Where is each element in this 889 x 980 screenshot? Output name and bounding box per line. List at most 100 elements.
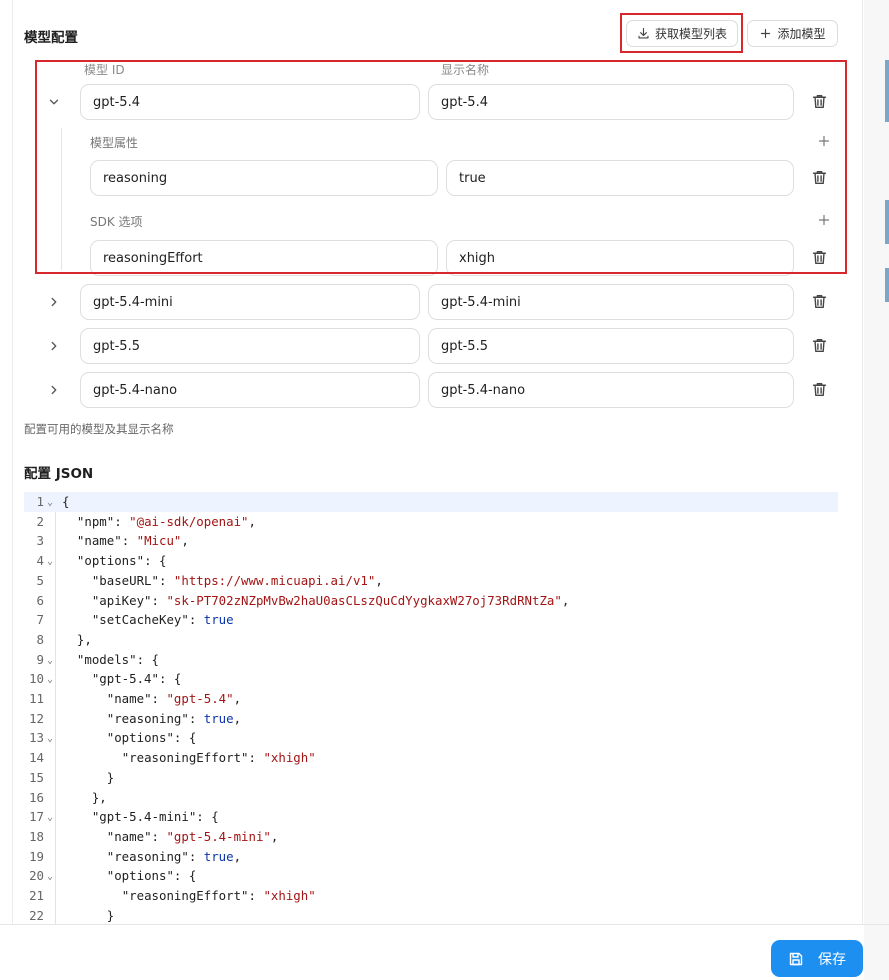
code-line: 14 "reasoningEffort": "xhigh" bbox=[24, 748, 838, 768]
expand-chevron-icon[interactable] bbox=[47, 339, 61, 353]
display-name-input[interactable]: gpt-5.5 bbox=[428, 328, 794, 364]
code-token: "apiKey" bbox=[91, 592, 152, 608]
model-attributes-label: 模型属性 bbox=[90, 136, 139, 150]
code-token: , bbox=[248, 513, 256, 529]
code-token: { bbox=[62, 494, 70, 509]
trash-icon[interactable] bbox=[811, 169, 828, 186]
line-number: 6 bbox=[36, 592, 44, 608]
display-name-column-label: 显示名称 bbox=[441, 63, 490, 77]
attribute-key-input[interactable]: reasoning bbox=[90, 160, 438, 196]
save-button[interactable]: 保存 bbox=[771, 940, 863, 977]
line-number: 15 bbox=[29, 769, 44, 785]
sdk-option-key-input[interactable]: reasoningEffort bbox=[90, 240, 438, 276]
code-line: 15 } bbox=[24, 768, 838, 788]
expand-chevron-icon[interactable] bbox=[47, 295, 61, 309]
line-number: 12 bbox=[29, 710, 44, 726]
code-token: "reasoning" bbox=[106, 710, 189, 726]
line-number: 13 bbox=[29, 730, 44, 746]
fold-chevron-icon[interactable]: ⌄ bbox=[47, 552, 53, 572]
fold-chevron-icon[interactable]: ⌄ bbox=[47, 808, 53, 828]
code-token: "name" bbox=[106, 691, 152, 706]
fold-chevron-icon[interactable]: ⌄ bbox=[47, 867, 53, 887]
add-attribute-plus-icon[interactable] bbox=[818, 135, 830, 147]
fold-chevron-icon[interactable]: ⌄ bbox=[47, 729, 53, 749]
code-text: }, bbox=[62, 788, 107, 808]
code-text: "options": { bbox=[62, 728, 197, 748]
code-token: true bbox=[203, 710, 234, 726]
model-id-input[interactable]: gpt-5.5 bbox=[80, 328, 420, 364]
nested-options-guide bbox=[61, 128, 62, 270]
code-text: "reasoningEffort": "xhigh" bbox=[62, 748, 316, 768]
code-text: "name": "Micu", bbox=[62, 531, 189, 551]
code-line: 5 "baseURL": "https://www.micuapi.ai/v1"… bbox=[24, 571, 838, 591]
trash-icon[interactable] bbox=[811, 93, 828, 110]
code-text: "apiKey": "sk-PT702zNZpMvBw2haU0asCLszQu… bbox=[62, 591, 569, 611]
expand-chevron-icon[interactable] bbox=[47, 383, 61, 397]
model-id-input[interactable]: gpt-5.4-nano bbox=[80, 372, 420, 408]
code-line: 20 ⌄ "options": { bbox=[24, 866, 838, 886]
code-token: : { bbox=[196, 809, 219, 825]
model-id-input[interactable]: gpt-5.4-mini bbox=[80, 284, 420, 320]
code-text: "options": { bbox=[62, 551, 167, 571]
attribute-value-input[interactable]: true bbox=[446, 160, 794, 196]
add-model-button[interactable]: 添加模型 bbox=[747, 20, 838, 47]
line-number: 11 bbox=[29, 691, 44, 706]
code-text: }, bbox=[62, 630, 92, 650]
code-token: "reasoningEffort" bbox=[121, 750, 249, 766]
fold-chevron-icon[interactable]: ⌄ bbox=[47, 651, 53, 671]
code-text: "name": "gpt-5.4-mini", bbox=[62, 827, 279, 847]
code-line: 22 } bbox=[24, 906, 838, 926]
line-number: 10 bbox=[29, 671, 44, 687]
sdk-option-value-input[interactable]: xhigh bbox=[446, 240, 794, 276]
code-text: "setCacheKey": true bbox=[62, 610, 234, 630]
models-hint-text: 配置可用的模型及其显示名称 bbox=[24, 422, 174, 436]
code-token: "models" bbox=[76, 651, 137, 667]
trash-icon[interactable] bbox=[811, 381, 828, 398]
code-token: : bbox=[248, 888, 264, 903]
trash-icon[interactable] bbox=[811, 293, 828, 310]
code-token: : bbox=[188, 710, 204, 726]
code-text: "name": "gpt-5.4", bbox=[62, 689, 241, 709]
code-text: "options": { bbox=[62, 866, 197, 886]
code-text: "npm": "@ai-sdk/openai", bbox=[62, 512, 256, 532]
code-text: } bbox=[62, 768, 114, 788]
model-id-column-label: 模型 ID bbox=[84, 63, 125, 77]
code-line: 6 "apiKey": "sk-PT702zNZpMvBw2haU0asCLsz… bbox=[24, 591, 838, 611]
trash-icon[interactable] bbox=[811, 249, 828, 266]
code-line: 2 "npm": "@ai-sdk/openai", bbox=[24, 512, 838, 532]
model-id-input[interactable]: gpt-5.4 bbox=[80, 84, 420, 120]
models-section-title: 模型配置 bbox=[24, 30, 78, 46]
code-line: 1 ⌄ { bbox=[24, 492, 838, 512]
code-line: 3 "name": "Micu", bbox=[24, 531, 838, 551]
code-line: 8 }, bbox=[24, 630, 838, 650]
code-token: : bbox=[188, 612, 204, 628]
code-token: "@ai-sdk/openai" bbox=[129, 513, 249, 529]
code-line: 4 ⌄ "options": { bbox=[24, 551, 838, 571]
fetch-models-button[interactable]: 获取模型列表 bbox=[626, 20, 738, 47]
save-label: 保存 bbox=[818, 951, 846, 968]
json-code-editor[interactable]: 1 ⌄{2 "npm": "@ai-sdk/openai", 3 "name": "… bbox=[24, 492, 838, 924]
fold-chevron-icon[interactable]: ⌄ bbox=[47, 493, 53, 513]
code-line: 9 ⌄ "models": { bbox=[24, 650, 838, 670]
display-name-input[interactable]: gpt-5.4-nano bbox=[428, 372, 794, 408]
fold-chevron-icon[interactable]: ⌄ bbox=[47, 670, 53, 690]
trash-icon[interactable] bbox=[811, 337, 828, 354]
display-name-input[interactable]: gpt-5.4-mini bbox=[428, 284, 794, 320]
add-sdk-option-plus-icon[interactable] bbox=[818, 214, 830, 226]
code-line: 19 "reasoning": true, bbox=[24, 847, 838, 867]
collapse-chevron-icon[interactable] bbox=[47, 95, 61, 109]
code-token: "gpt-5.4" bbox=[91, 671, 159, 687]
code-token: "xhigh" bbox=[263, 888, 316, 903]
display-name-input[interactable]: gpt-5.4 bbox=[428, 84, 794, 120]
code-token: }, bbox=[62, 631, 92, 647]
code-text: "reasoning": true, bbox=[62, 847, 241, 867]
